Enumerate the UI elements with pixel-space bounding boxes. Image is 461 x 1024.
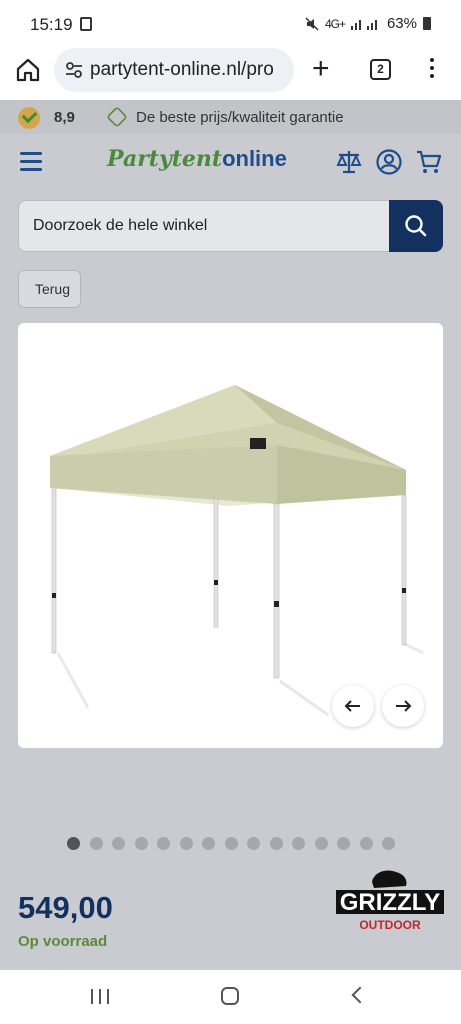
gallery-dot[interactable]: [67, 837, 80, 850]
search-input[interactable]: Doorzoek de hele winkel: [18, 200, 390, 252]
gallery-dot[interactable]: [134, 837, 148, 850]
more-menu-icon[interactable]: [430, 58, 436, 82]
gallery-dot[interactable]: [292, 837, 305, 850]
arrow-left-icon: [344, 700, 360, 712]
mute-icon: [305, 16, 319, 31]
gallery-dot[interactable]: [112, 837, 125, 850]
system-nav-bar: [0, 970, 461, 1024]
guarantee-icon: [106, 106, 128, 128]
status-bar: 15:19 4G+ 63%: [0, 0, 461, 48]
site-header: Partytentonline: [0, 134, 461, 190]
brand-name: GRIZZLY: [340, 889, 440, 916]
account-icon[interactable]: [375, 148, 403, 176]
stock-status: Op voorraad: [18, 933, 108, 950]
recents-icon[interactable]: [91, 989, 109, 1004]
address-bar[interactable]: partytent-online.nl/pro: [54, 48, 294, 92]
gallery-dot[interactable]: [157, 837, 170, 850]
gallery-dot[interactable]: [314, 837, 328, 850]
gallery-pagination: [67, 837, 395, 850]
search-bar: Doorzoek de hele winkel: [18, 200, 443, 252]
arrow-right-icon: [396, 700, 412, 712]
brand-subtitle: OUTDOOR: [359, 918, 421, 932]
back-nav-icon[interactable]: [351, 986, 369, 1004]
back-button[interactable]: Terug: [18, 270, 81, 308]
battery-icon: [423, 17, 431, 30]
product-image[interactable]: [18, 323, 443, 748]
next-image-button[interactable]: [382, 685, 424, 727]
url-text: partytent-online.nl/pro: [90, 59, 274, 80]
product-price: 549,00: [18, 890, 113, 925]
site-settings-icon[interactable]: [64, 60, 84, 80]
status-indicators: 4G+ 63%: [305, 15, 431, 32]
gallery-dot[interactable]: [337, 837, 350, 850]
brand-logo[interactable]: GRIZZLY OUTDOOR: [334, 866, 446, 932]
home-icon[interactable]: [14, 56, 42, 84]
network-label: 4G+: [324, 16, 346, 31]
rating-badge-icon: [18, 107, 40, 129]
compare-icon[interactable]: [335, 148, 363, 176]
tab-switcher-button[interactable]: 2: [370, 59, 391, 80]
page-content: 8,9 De beste prijs/kwaliteit garantie Pa…: [0, 100, 461, 970]
gallery-dot[interactable]: [224, 837, 238, 850]
usp-bar: 8,9 De beste prijs/kwaliteit garantie: [0, 100, 461, 134]
battery-percent: 63%: [386, 15, 417, 32]
gallery-dot[interactable]: [247, 837, 260, 850]
gallery-dot[interactable]: [359, 837, 373, 850]
guarantee-text: De beste prijs/kwaliteit garantie: [136, 109, 344, 126]
gallery-dot[interactable]: [202, 837, 215, 850]
search-icon: [405, 215, 427, 237]
new-tab-button[interactable]: +: [312, 54, 330, 84]
browser-toolbar: partytent-online.nl/pro + 2: [0, 48, 461, 100]
site-logo[interactable]: Partytentonline: [107, 146, 287, 172]
status-time: 15:19: [30, 15, 73, 34]
home-nav-icon[interactable]: [221, 987, 239, 1005]
gallery-dot[interactable]: [89, 837, 103, 850]
gallery-dot[interactable]: [179, 837, 193, 850]
search-button[interactable]: [389, 200, 443, 252]
previous-image-button[interactable]: [332, 685, 374, 727]
gallery-dot[interactable]: [382, 837, 395, 850]
menu-icon[interactable]: [20, 152, 42, 176]
cart-icon[interactable]: [415, 148, 443, 176]
tent-illustration: [50, 385, 424, 717]
gallery-dot[interactable]: [269, 837, 283, 850]
rating-score: 8,9: [54, 109, 75, 126]
notification-icon: [80, 17, 92, 31]
signal-icon: [350, 20, 377, 30]
